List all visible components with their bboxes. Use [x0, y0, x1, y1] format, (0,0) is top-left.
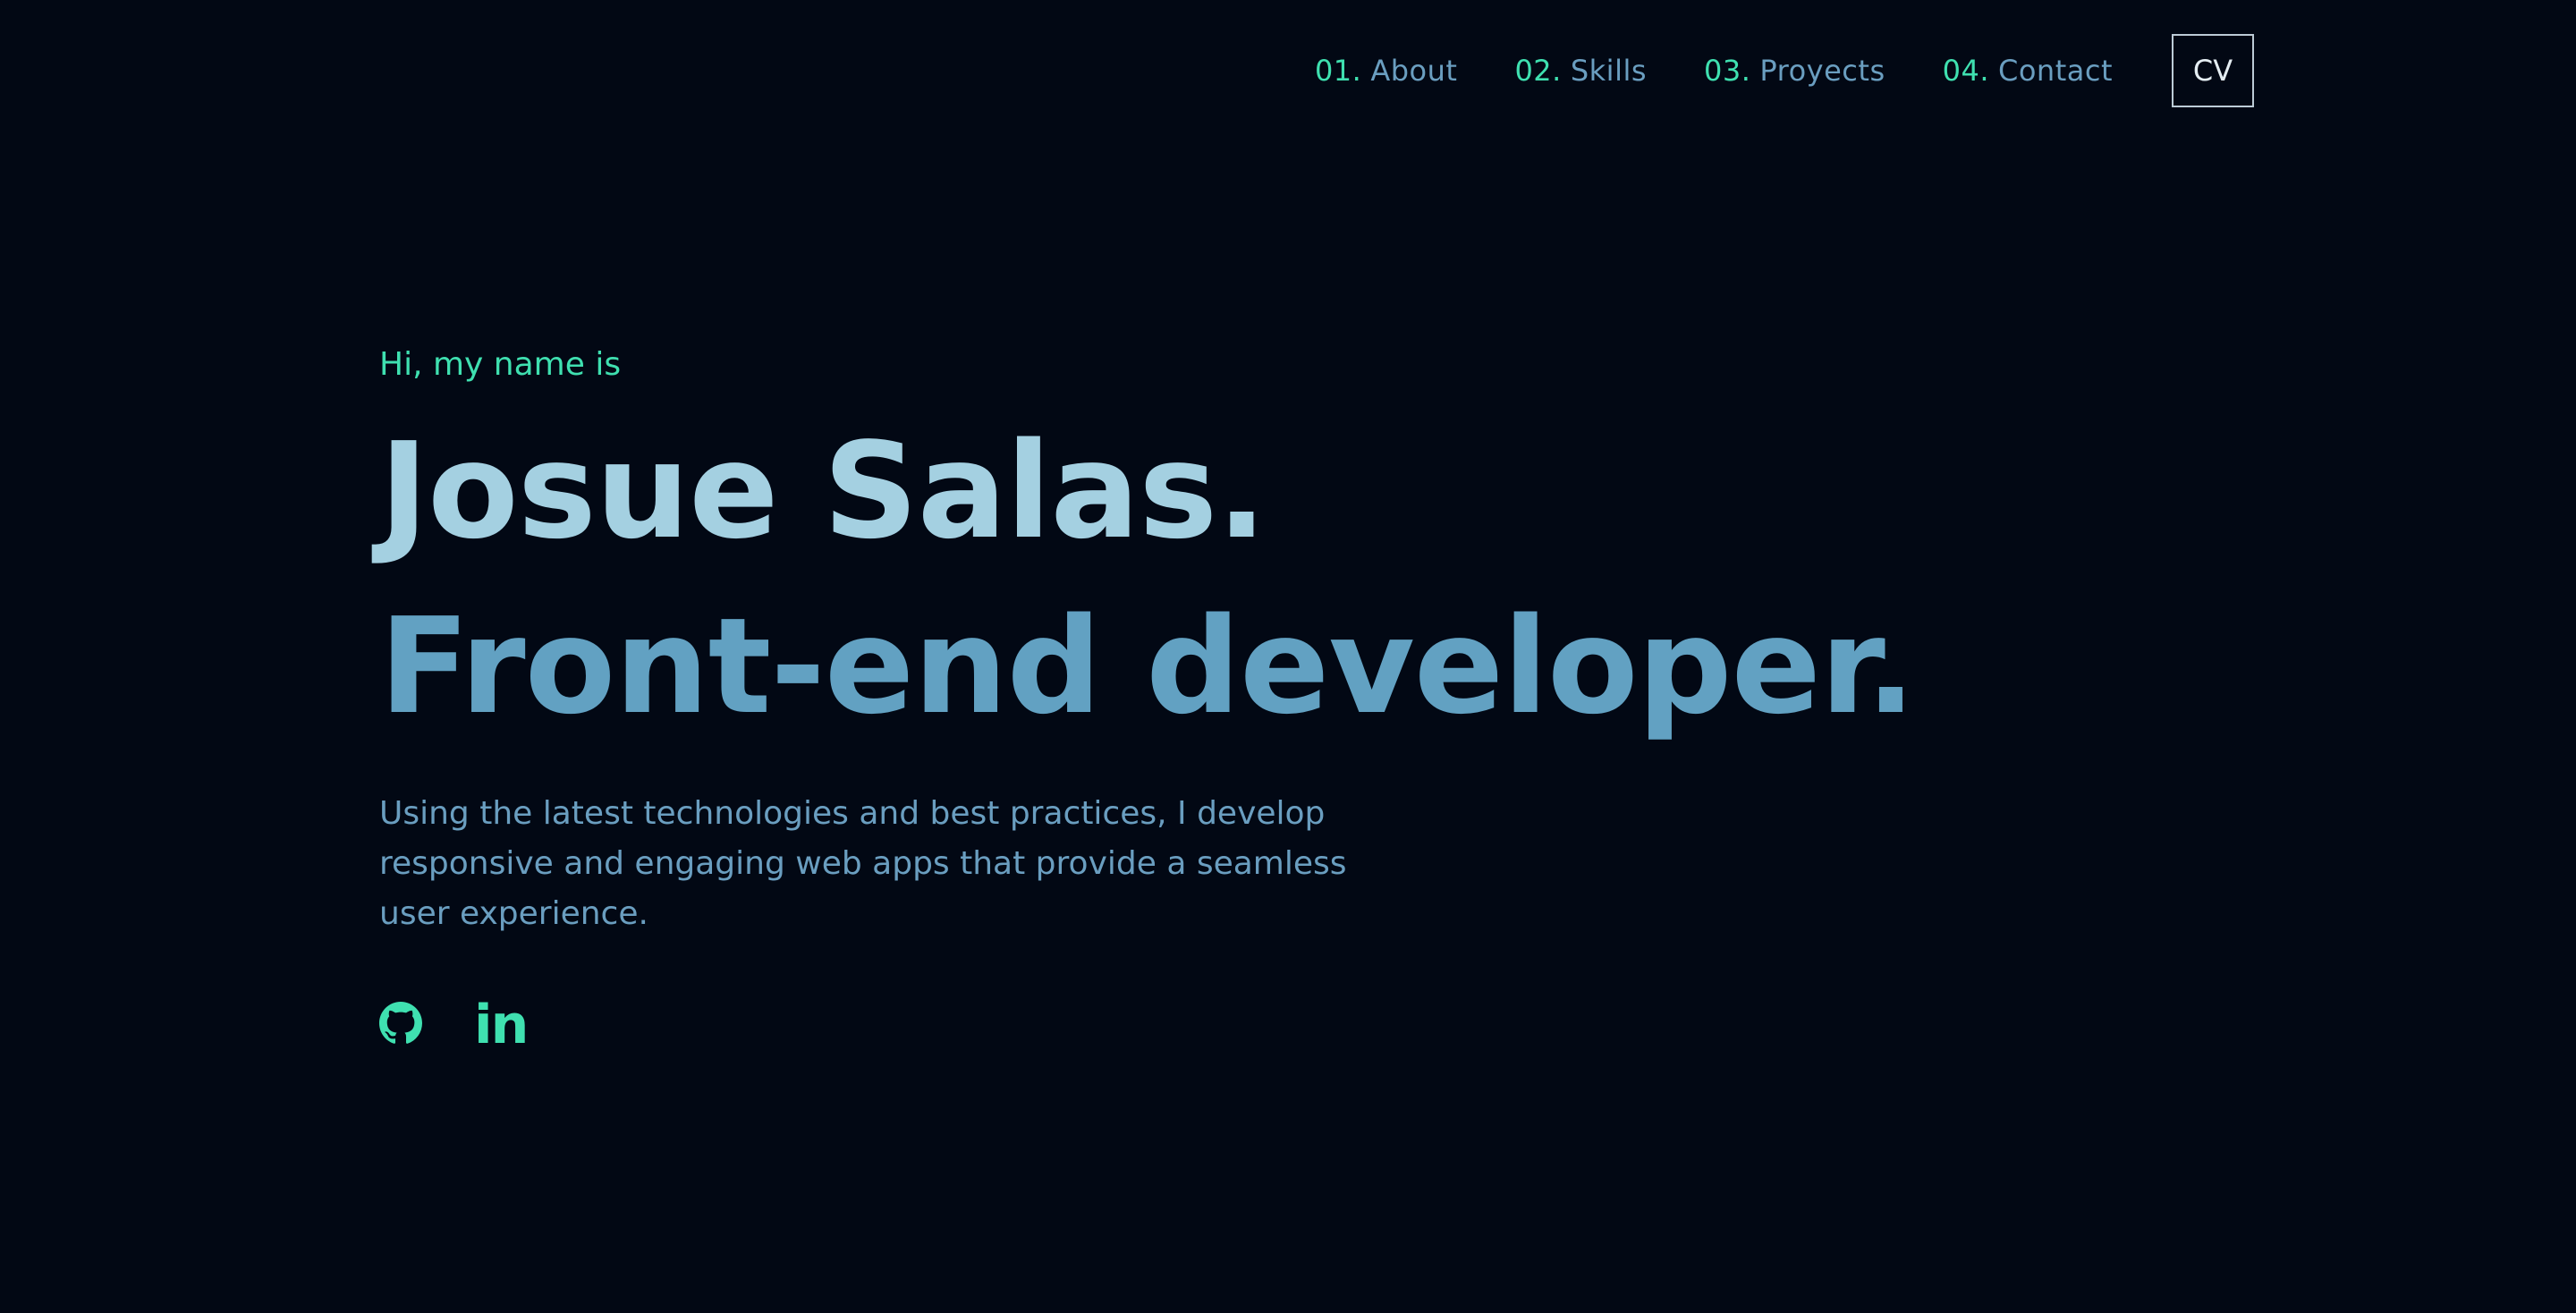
nav-item-number: 04. [1942, 54, 1989, 88]
nav-item-proyects[interactable]: 03. Proyects [1704, 54, 1885, 88]
hero-description: Using the latest technologies and best p… [379, 795, 1347, 932]
nav-item-contact[interactable]: 04. Contact [1943, 54, 2113, 88]
nav-item-number: 03. [1704, 54, 1751, 88]
nav-item-label: Proyects [1759, 54, 1885, 88]
hero-section: Hi, my name is Josue Salas. Front-end de… [379, 340, 1916, 1052]
nav-item-label: Skills [1570, 54, 1648, 88]
linkedin-link[interactable]: in [474, 994, 529, 1056]
hero-name: Josue Salas. [379, 414, 1267, 568]
linkedin-icon: in [474, 994, 529, 1056]
github-link[interactable] [379, 1002, 422, 1048]
nav-item-label: Contact [1998, 54, 2113, 88]
social-links: in [379, 998, 1915, 1052]
nav-item-skills[interactable]: 02. Skills [1514, 54, 1647, 88]
cv-button[interactable]: CV [2172, 34, 2254, 107]
github-icon [379, 1002, 422, 1048]
nav-item-about[interactable]: 01. About [1315, 54, 1458, 88]
nav-item-number: 02. [1514, 54, 1562, 88]
main-nav: 01. About 02. Skills 03. Proyects 04. Contac… [1315, 32, 2254, 109]
nav-item-label: About [1370, 54, 1458, 88]
nav-item-number: 01. [1314, 54, 1362, 88]
hero-greeting: Hi, my name is [379, 346, 622, 383]
hero-role: Front-end developer. [379, 589, 1916, 743]
